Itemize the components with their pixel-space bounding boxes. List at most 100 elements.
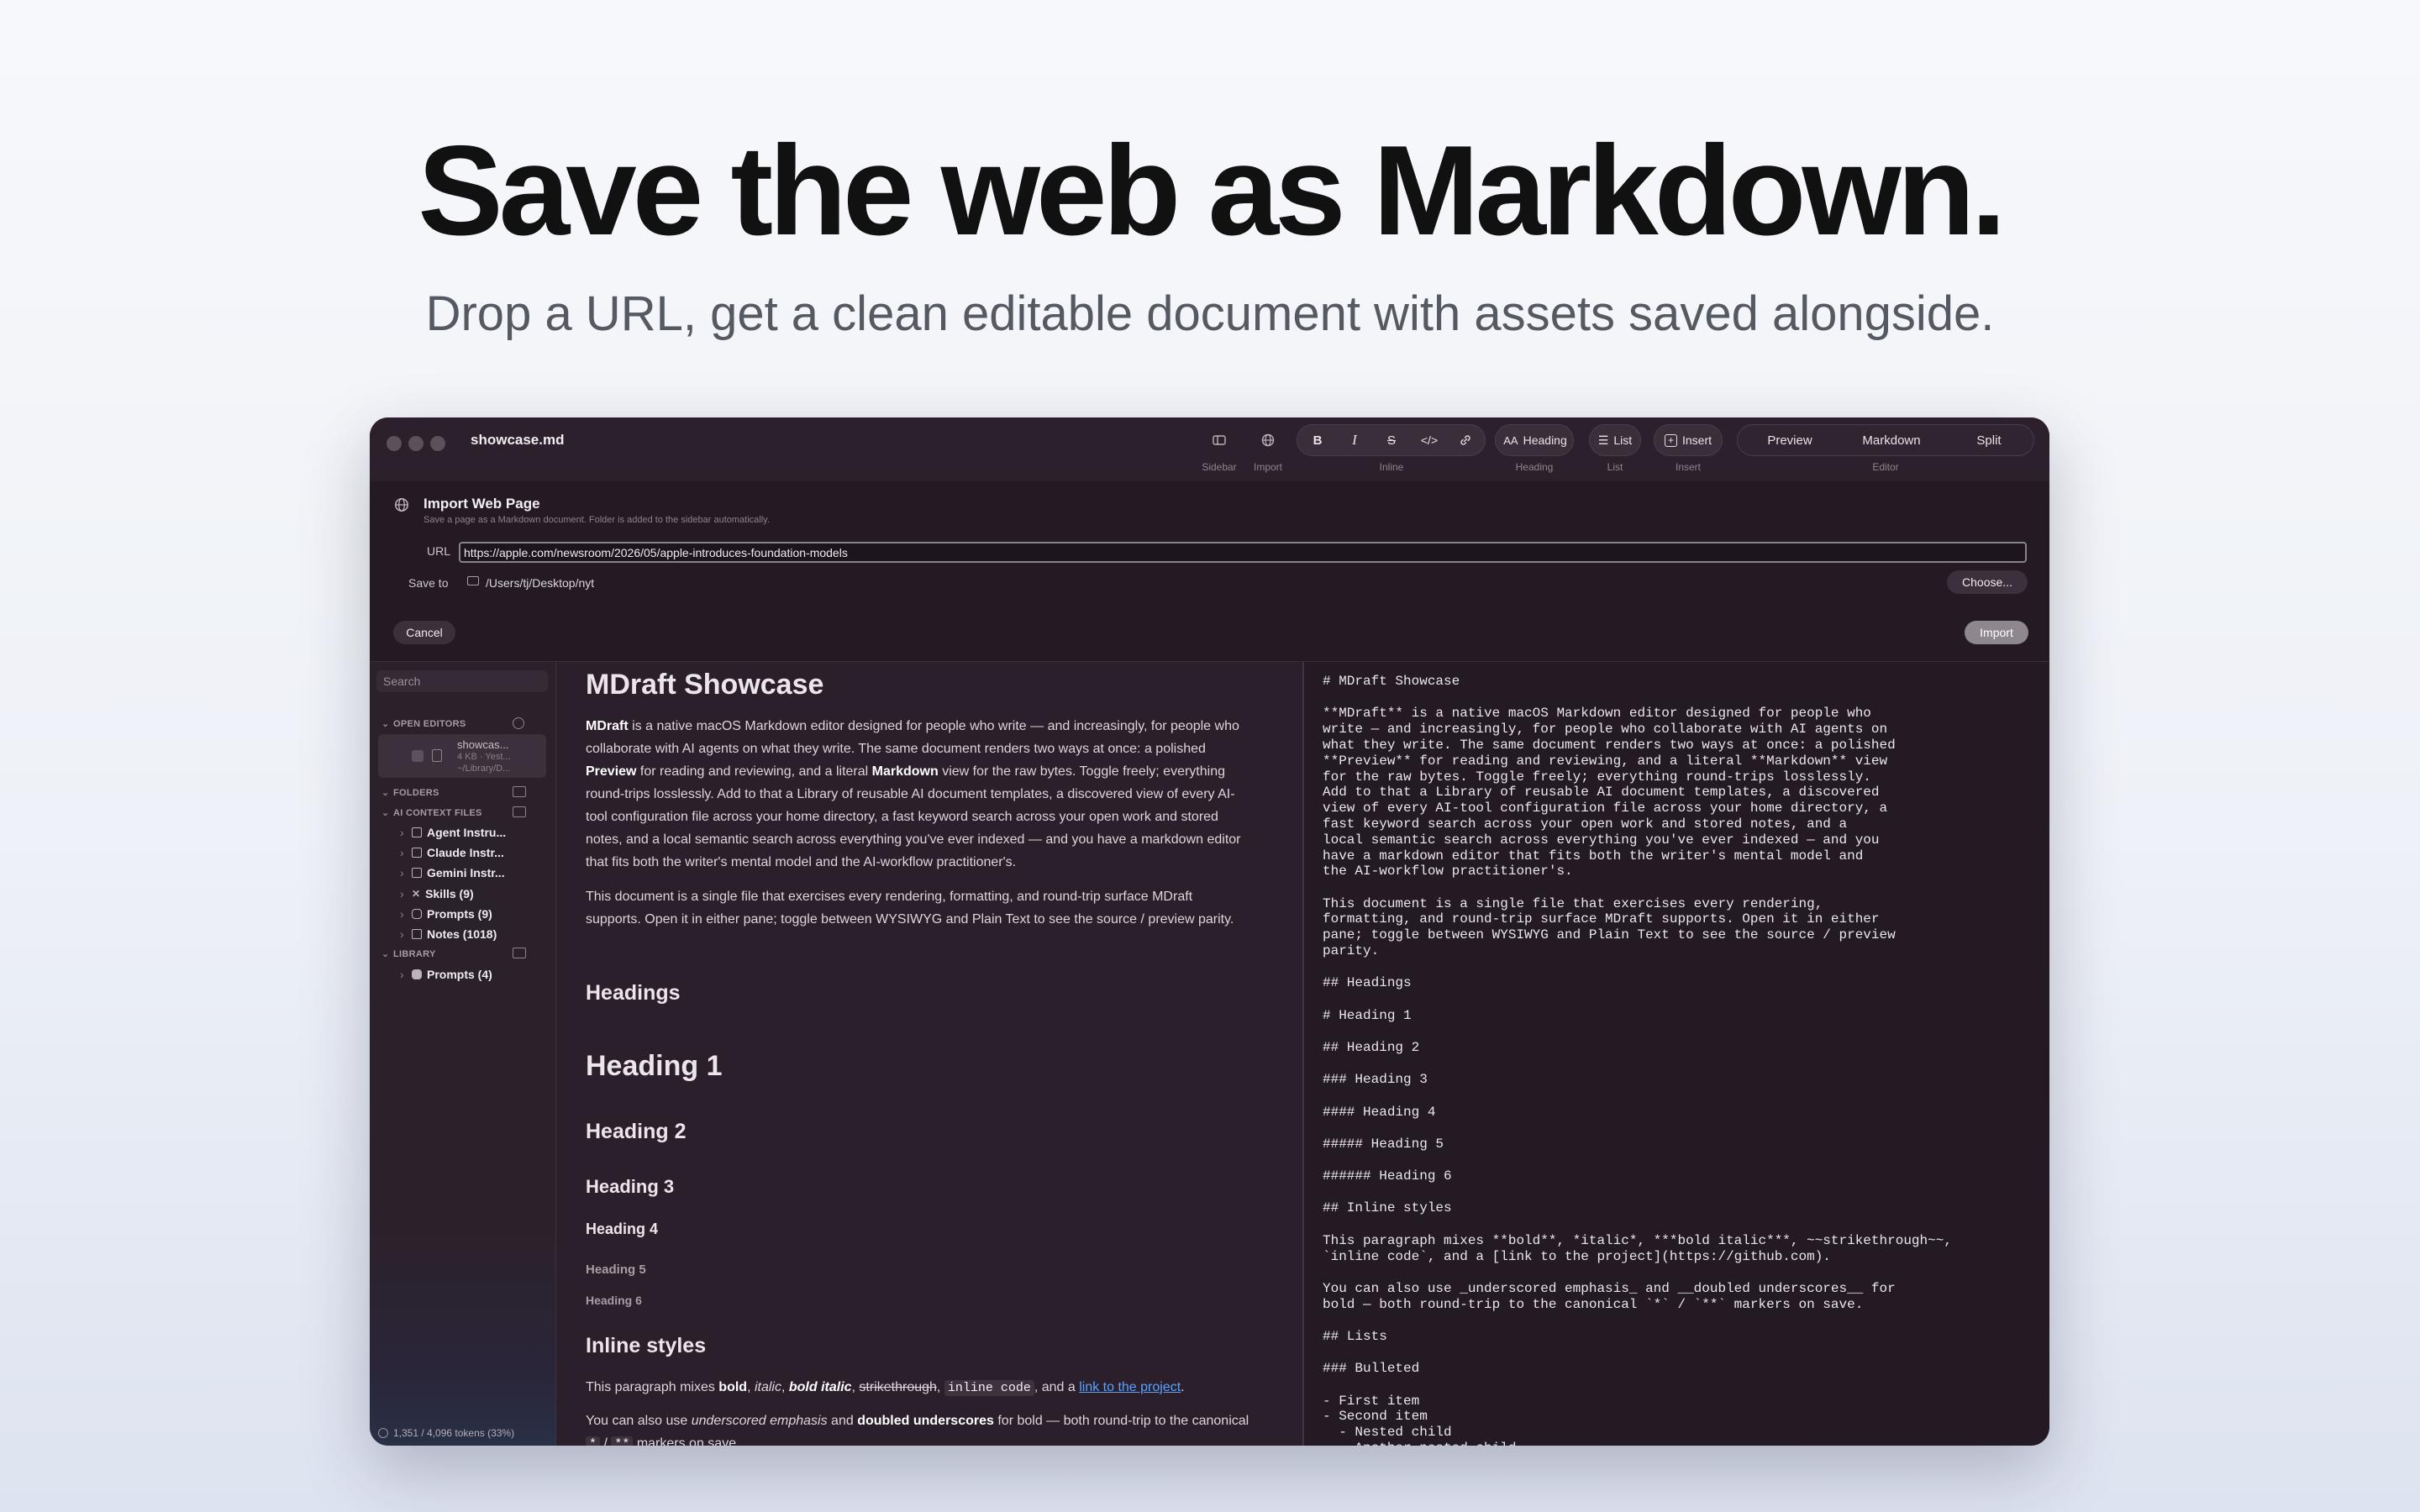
source-line: `inline code`, and a [link to the projec…: [1323, 1248, 1831, 1264]
insert-caption: Insert: [1675, 461, 1701, 473]
open-editor-meta: 4 KB · Yest...: [457, 752, 511, 762]
document-icon: [432, 749, 442, 762]
sidebar-item-gemini-instructions[interactable]: › Gemini Instr...: [400, 866, 505, 879]
bold-text: doubled underscores: [857, 1414, 994, 1428]
preview-heading-headings: Headings: [586, 981, 681, 1005]
preview-paragraph-2: This document is a single file that exer…: [586, 890, 1234, 927]
strikethrough-button[interactable]: S: [1379, 426, 1404, 454]
import-button[interactable]: [1253, 426, 1283, 454]
preview-paragraph-4: You can also use underscored emphasis an…: [586, 1410, 1249, 1446]
choose-button[interactable]: Choose...: [1947, 570, 2028, 594]
url-label: URL: [427, 544, 451, 558]
project-link[interactable]: link to the project: [1079, 1380, 1181, 1394]
text: This paragraph mixes: [586, 1380, 719, 1394]
import-submit-button[interactable]: Import: [1965, 621, 2028, 644]
source-line: bold — both round-trip to the canonical …: [1323, 1296, 1864, 1312]
import-panel-title: Import Web Page: [424, 496, 540, 512]
hero-subtitle: Drop a URL, get a clean editable documen…: [425, 286, 1995, 341]
folders-header[interactable]: ⌄ FOLDERS: [381, 787, 439, 798]
close-editor-icon[interactable]: [412, 750, 424, 762]
minimize-window-button[interactable]: [408, 436, 424, 451]
link-button[interactable]: [1453, 426, 1478, 454]
source-line: ### Bulleted: [1323, 1361, 1420, 1377]
sidebar-toggle-button[interactable]: [1204, 426, 1234, 454]
sidebar-search-input[interactable]: Search: [376, 670, 548, 692]
open-editors-header[interactable]: ⌄ OPEN EDITORS: [381, 718, 466, 729]
text: You can also use: [586, 1414, 692, 1428]
code-button[interactable]: </>: [1413, 426, 1445, 454]
sidebar-icon: [1213, 435, 1226, 445]
bold-text: bold: [718, 1380, 748, 1394]
plus-square-icon: +: [1664, 433, 1677, 447]
ai-context-icon[interactable]: [513, 806, 526, 817]
globe-icon: [1261, 433, 1275, 447]
source-line: ###### Heading 6: [1323, 1168, 1452, 1184]
preview-heading-5: Heading 5: [586, 1263, 646, 1277]
inline-code: *: [586, 1436, 601, 1446]
sidebar-item-skills[interactable]: › ✕ Skills (9): [400, 887, 474, 900]
text: is a native macOS Markdown editor design…: [586, 719, 1239, 756]
folder-icon: [467, 576, 479, 585]
source-line: You can also use _underscored emphasis_ …: [1323, 1280, 1896, 1296]
inline-code: **: [611, 1436, 634, 1446]
save-all-icon[interactable]: [513, 717, 524, 729]
sidebar-item-claude-instructions[interactable]: › Claude Instr...: [400, 846, 504, 859]
mode-preview-button[interactable]: Preview: [1748, 426, 1832, 454]
strikethrough-text: strikethrough: [859, 1380, 937, 1394]
source-line: have a markdown editor that fits both th…: [1323, 848, 1864, 864]
heading-label: Heading: [1523, 433, 1567, 447]
editor-caption: Editor: [1872, 461, 1899, 473]
sidebar-item-label: Claude Instr...: [427, 846, 504, 859]
sidebar-item-agent-instructions[interactable]: › Agent Instru...: [400, 826, 506, 839]
sidebar-item-label: Agent Instru...: [427, 826, 507, 839]
add-folder-icon[interactable]: [513, 786, 526, 797]
library-header[interactable]: ⌄ LIBRARY: [381, 948, 436, 959]
inline-caption: Inline: [1379, 461, 1404, 473]
chat-icon: [412, 969, 422, 979]
list-button[interactable]: ☰ List: [1592, 426, 1638, 454]
text: and: [827, 1414, 858, 1428]
open-editor-item[interactable]: showcas... 4 KB · Yest... ~/Library/D...: [378, 734, 546, 778]
preview-heading-3: Heading 3: [586, 1176, 675, 1197]
zoom-window-button[interactable]: [430, 436, 445, 451]
source-line: - First item: [1323, 1393, 1420, 1409]
sidebar: Search ⌄ OPEN EDITORS showcas... 4 KB · Y…: [370, 662, 556, 1446]
mode-split-button[interactable]: Split: [1951, 426, 2027, 454]
preview-pane[interactable]: MDraft Showcase MDraft is a native macOS…: [557, 662, 1302, 1446]
source-line: what they write. The same document rende…: [1323, 737, 1896, 753]
ai-context-files-header[interactable]: ⌄ AI CONTEXT FILES: [381, 807, 482, 818]
sidebar-item-label: Notes (1018): [427, 927, 497, 941]
italic-text: underscored emphasis: [691, 1414, 828, 1428]
bold-button[interactable]: B: [1305, 426, 1330, 454]
close-window-button[interactable]: [387, 436, 402, 451]
source-line: #### Heading 4: [1323, 1104, 1436, 1120]
chat-icon: [412, 909, 422, 919]
library-icon[interactable]: [513, 948, 526, 958]
sidebar-item-notes[interactable]: › Notes (1018): [400, 927, 497, 941]
heading-button[interactable]: AA Heading: [1500, 426, 1570, 454]
hero-title: Save the web as Markdown.: [418, 119, 2006, 262]
italic-button[interactable]: I: [1342, 426, 1367, 454]
source-line: ## Heading 2: [1323, 1039, 1420, 1055]
preview-heading-2: Heading 2: [586, 1120, 687, 1143]
file-icon: [412, 827, 422, 837]
save-path: /Users/tj/Desktop/nyt: [486, 576, 595, 590]
preview-heading-4: Heading 4: [586, 1221, 659, 1237]
source-line: write — and increasingly, for people who…: [1323, 722, 1888, 738]
cancel-button[interactable]: Cancel: [393, 621, 455, 644]
markdown-source-pane[interactable]: # MDraft Showcase **MDraft** is a native …: [1304, 662, 2049, 1446]
sidebar-item-library-prompts[interactable]: › Prompts (4): [400, 968, 492, 981]
open-editor-path: ~/Library/D...: [457, 764, 511, 774]
source-line: This document is a single file that exer…: [1323, 895, 1823, 911]
file-icon: [412, 868, 422, 878]
mode-markdown-button[interactable]: Markdown: [1845, 426, 1938, 454]
source-line: # MDraft Showcase: [1323, 674, 1460, 689]
open-editor-name: showcas...: [457, 738, 509, 751]
insert-button[interactable]: + Insert: [1657, 426, 1719, 454]
tools-icon: ✕: [412, 888, 421, 900]
import-panel-description: Save a page as a Markdown document. Fold…: [424, 515, 770, 525]
sidebar-item-prompts[interactable]: › Prompts (9): [400, 907, 492, 921]
url-input[interactable]: [459, 542, 2027, 563]
token-status: 1,351 / 4,096 tokens (33%): [378, 1427, 514, 1439]
text: view for the raw bytes. Toggle freely; e…: [586, 764, 1241, 869]
